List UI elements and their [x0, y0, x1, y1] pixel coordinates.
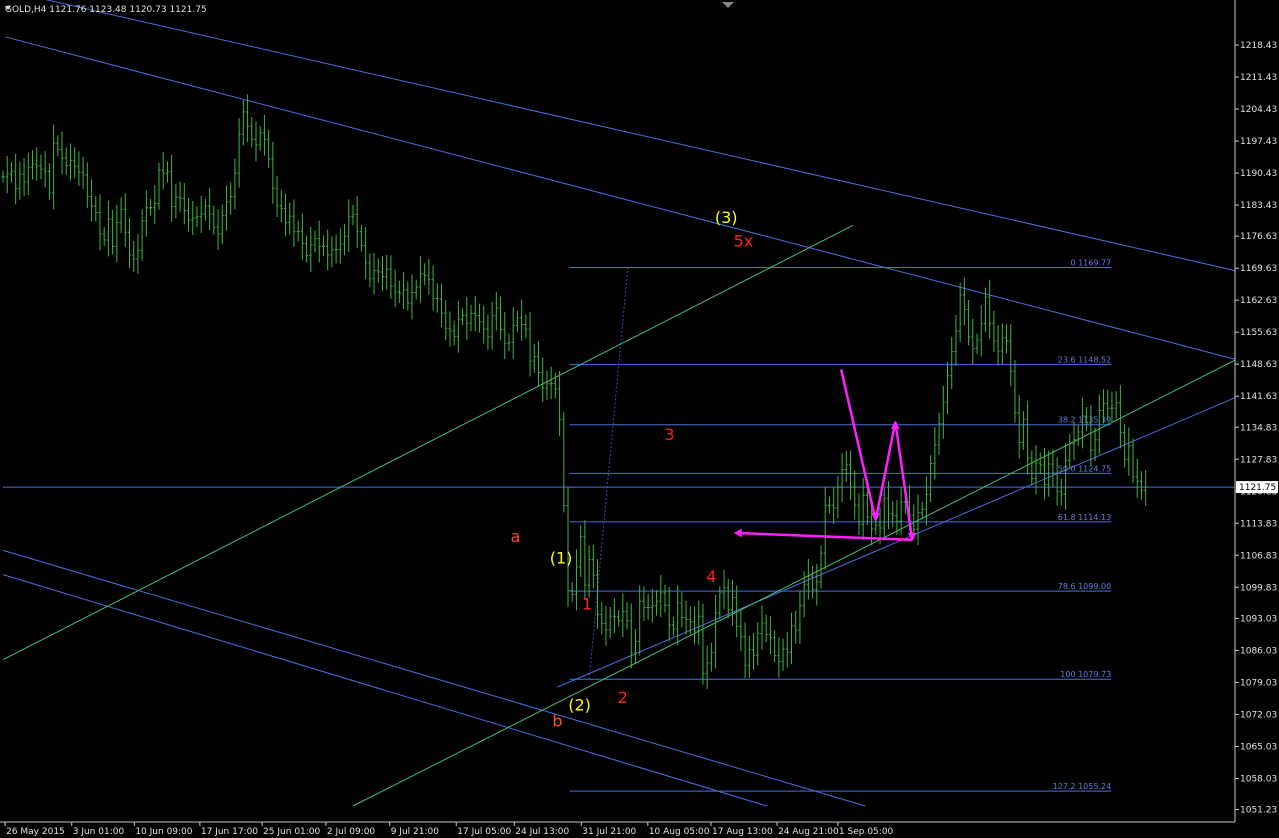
y-tick-label: 1058.03 [1240, 774, 1277, 784]
wave-label: 4 [706, 567, 716, 586]
x-tick-label: 10 Aug 05:00 [649, 827, 710, 837]
x-tick-label: 17 Aug 13:00 [712, 827, 773, 837]
x-tick-label: 10 Jun 09:00 [135, 827, 192, 837]
y-tick-label: 1065.03 [1240, 742, 1277, 752]
x-tick-label: 9 Jul 21:00 [391, 827, 440, 837]
x-tick-label: 24 Jul 13:00 [515, 827, 569, 837]
fib-level-label: 78.6 1099.00 [1058, 582, 1111, 591]
y-tick-label: 1079.03 [1240, 678, 1277, 688]
y-tick-label: 1141.63 [1240, 392, 1277, 402]
wave-label: b [552, 711, 562, 730]
fib-level-label: 127.2 1055.24 [1053, 782, 1112, 791]
x-tick-label: 17 Jun 17:00 [201, 827, 258, 837]
y-tick-label: 1093.03 [1240, 614, 1277, 624]
wave-label: (1) [550, 549, 573, 568]
wave-label: 2 [618, 688, 628, 707]
y-tick-label: 1072.03 [1240, 710, 1277, 720]
y-tick-label: 1127.83 [1240, 455, 1277, 465]
y-tick-label: 1148.63 [1240, 360, 1277, 370]
wave-label: (2) [568, 695, 591, 714]
fib-level-label: 61.8 1114.13 [1058, 513, 1111, 522]
wave-label: 5x [734, 231, 754, 250]
y-tick-label: 1218.43 [1240, 41, 1277, 51]
y-tick-label: 1086.03 [1240, 646, 1277, 656]
current-price-label: 1121.75 [1239, 483, 1276, 493]
x-tick-label: 2 Jul 09:00 [327, 827, 376, 837]
x-tick-label: 3 Jun 01:00 [73, 827, 125, 837]
wave-label: (3) [715, 208, 738, 227]
y-tick-label: 1113.83 [1240, 519, 1277, 529]
y-tick-label: 1204.43 [1240, 105, 1277, 115]
y-tick-label: 1106.83 [1240, 551, 1277, 561]
y-tick-label: 1134.83 [1240, 423, 1277, 433]
fib-level-label: 100 1079.73 [1060, 670, 1111, 679]
wave-label: 3 [664, 425, 674, 444]
y-tick-label: 1155.63 [1240, 328, 1277, 338]
y-tick-label: 1197.43 [1240, 137, 1277, 147]
x-tick-label: 25 Jun 01:00 [263, 827, 320, 837]
y-tick-label: 1183.43 [1240, 201, 1277, 211]
y-tick-label: 1176.63 [1240, 232, 1277, 242]
y-tick-label: 1051.23 [1240, 806, 1277, 816]
x-tick-label: 24 Aug 21:00 [778, 827, 839, 837]
y-tick-label: 1162.63 [1240, 296, 1277, 306]
x-tick-label: 17 Jul 05:00 [457, 827, 511, 837]
y-tick-label: 1099.83 [1240, 583, 1277, 593]
wave-label: 1 [582, 594, 592, 613]
fib-level-label: 23.6 1148.52 [1058, 356, 1111, 365]
y-tick-label: 1190.43 [1240, 169, 1277, 179]
symbol-header: GOLD,H4 1121.76 1123.48 1120.73 1121.75 [5, 5, 207, 15]
y-tick-label: 1169.63 [1240, 264, 1277, 274]
price-chart[interactable]: 0 1169.7723.6 1148.5238.2 1135.3950.0 11… [0, 0, 1279, 838]
wave-label: a [511, 527, 521, 546]
x-tick-label: 1 Sep 05:00 [839, 827, 894, 837]
fib-level-label: 0 1169.77 [1070, 259, 1111, 268]
x-tick-label: 26 May 2015 [6, 827, 65, 837]
x-tick-label: 31 Jul 21:00 [582, 827, 636, 837]
y-tick-label: 1211.43 [1240, 73, 1277, 83]
